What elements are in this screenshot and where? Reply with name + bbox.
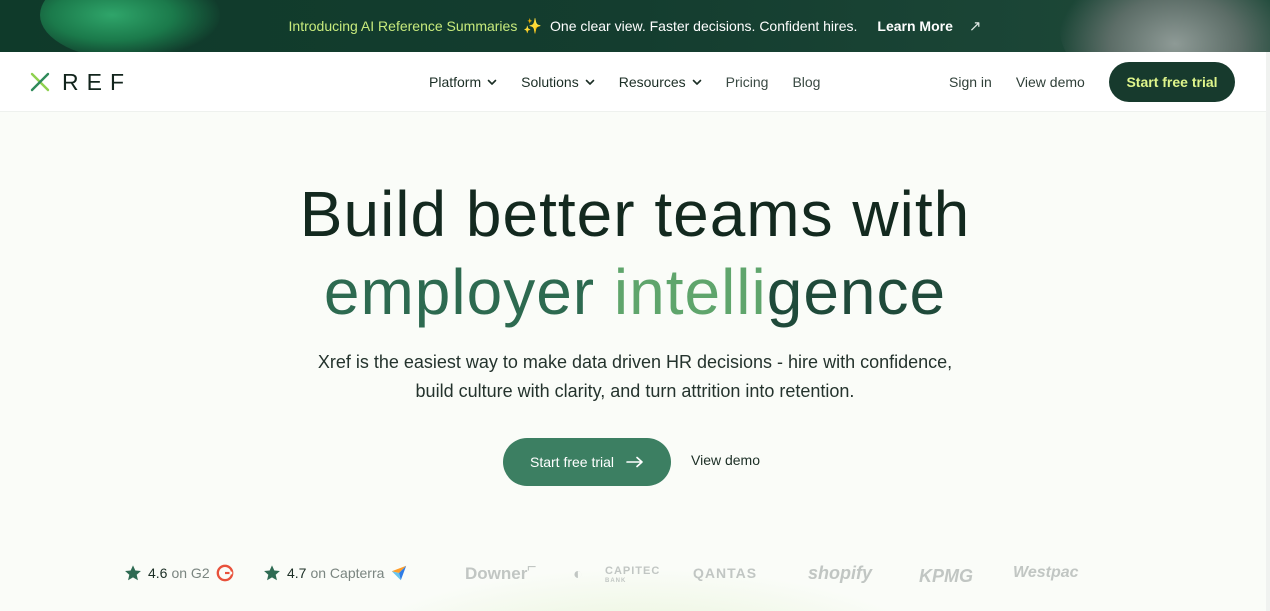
view-demo-link[interactable]: View demo	[1016, 74, 1085, 90]
logo-x-mark-icon	[30, 72, 50, 92]
decorative-blob-right	[1060, 0, 1270, 52]
headline-word-employer: employer	[323, 256, 614, 328]
logo-capitec: CAPITEC	[605, 565, 661, 577]
headline-word-intelligence-highlight: intelli	[613, 256, 767, 328]
announcement-text: One clear view. Faster decisions. Confid…	[550, 18, 858, 34]
headline-word-intelligence-tail: gence	[766, 256, 947, 328]
hero-start-trial-button[interactable]: Start free trial	[503, 438, 671, 486]
scrollbar[interactable]	[1266, 52, 1270, 611]
nav-item-resources[interactable]: Resources	[619, 74, 702, 90]
nav-item-label: Resources	[618, 74, 686, 90]
nav-links: Platform Solutions Resources Pricing Blo…	[429, 52, 844, 112]
arrow-up-right-icon[interactable]: ↗	[969, 17, 982, 35]
announcement-intro: Introducing AI Reference Summaries	[288, 18, 518, 34]
logo-shopify: shopify	[808, 563, 873, 583]
logo-kpmg: KPMG	[919, 566, 973, 586]
rating-capterra[interactable]: 4.7 on Capterra	[263, 564, 408, 582]
rating-source: on G2	[171, 565, 210, 581]
nav-item-blog[interactable]: Blog	[792, 74, 820, 90]
nav-item-solutions[interactable]: Solutions	[521, 74, 595, 90]
nav-item-label: Platform	[429, 74, 482, 90]
hero-headline: Build better teams with	[299, 178, 971, 250]
xref-logo[interactable]: REF	[30, 68, 132, 95]
sign-in-link[interactable]: Sign in	[949, 74, 992, 90]
nav-item-label: Blog	[792, 74, 821, 90]
start-free-trial-button[interactable]: Start free trial	[1109, 62, 1235, 102]
logo-downer: Downer	[465, 564, 528, 583]
logo-qantas: QANTAS	[693, 565, 758, 581]
rating-score: 4.6	[148, 565, 168, 581]
hero-view-demo-link[interactable]: View demo	[691, 452, 760, 468]
logo-wordmark: REF	[62, 68, 132, 95]
g2-logo-icon	[216, 564, 233, 582]
hero-headline-accent: employer intelligence	[0, 254, 1270, 330]
logo-westpac: Westpac	[1013, 564, 1079, 581]
capitec-mark-icon: ◐	[573, 566, 583, 583]
chevron-down-icon	[692, 79, 701, 85]
downer-mark-icon: ⌐	[527, 559, 537, 576]
sparkle-icon: ✨	[523, 18, 543, 35]
chevron-down-icon	[487, 79, 497, 85]
nav-actions: Sign in View demo	[949, 52, 1109, 112]
capterra-logo-icon	[392, 565, 407, 581]
star-icon	[264, 565, 280, 581]
arrow-right-icon	[626, 456, 643, 468]
nav-item-platform[interactable]: Platform	[429, 74, 497, 90]
nav-item-label: Pricing	[725, 74, 769, 90]
decorative-blob-left	[40, 0, 220, 52]
logo-fade-edge	[1100, 555, 1144, 595]
main-nav: REF Platform Solutions Resources Pricing…	[0, 52, 1270, 112]
rating-score: 4.7	[287, 565, 307, 581]
rating-g2[interactable]: 4.6 on G2	[124, 564, 234, 582]
hero-start-trial-label: Start free trial	[529, 454, 615, 470]
learn-more-link[interactable]: Learn More	[877, 18, 952, 34]
logo-capitec-bank: BANK	[605, 578, 627, 584]
star-icon	[125, 565, 141, 581]
hero-subtitle: Xref is the easiest way to make data dri…	[317, 352, 953, 401]
customer-logos: Downer ⌐ ◐ CAPITEC BANK QANTAS shopify K…	[463, 559, 1143, 590]
announcement-content[interactable]: Introducing AI Reference Summaries ✨ One…	[289, 0, 982, 52]
nav-item-label: Solutions	[521, 74, 579, 90]
announcement-bar: Introducing AI Reference Summaries ✨ One…	[0, 0, 1270, 52]
chevron-down-icon	[585, 79, 595, 85]
rating-source: on Capterra	[310, 565, 385, 581]
nav-item-pricing[interactable]: Pricing	[726, 74, 769, 90]
